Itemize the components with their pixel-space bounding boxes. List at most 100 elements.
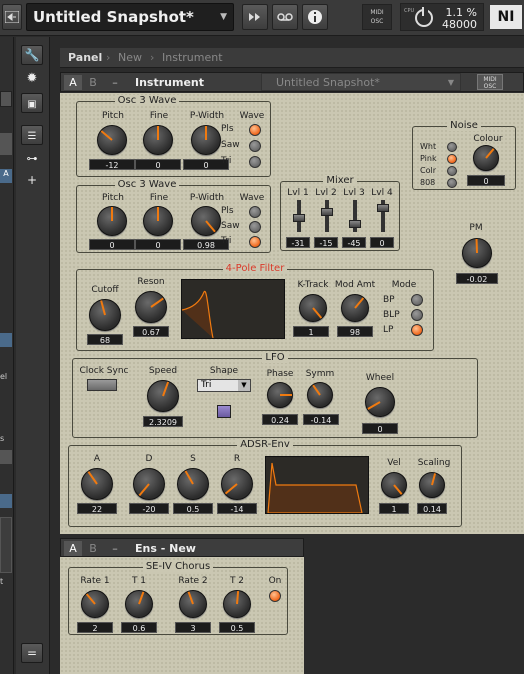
save-button[interactable]: ▣: [21, 93, 43, 113]
adsr-vel-value[interactable]: 1: [379, 503, 409, 514]
osc2-pitch-value[interactable]: 0: [89, 239, 135, 250]
adsr-scaling-value[interactable]: 0.14: [417, 503, 447, 514]
osc2-wave-saw-led[interactable]: [249, 221, 261, 233]
adsr-vel-knob[interactable]: [381, 472, 407, 498]
osc1-pitch-value[interactable]: -12: [89, 159, 135, 170]
filter-reson-knob[interactable]: [135, 291, 167, 323]
noise-pink-led[interactable]: [447, 154, 457, 164]
ens-snapshot-b-button[interactable]: B: [84, 541, 102, 556]
strip-button[interactable]: [0, 91, 12, 107]
lfo-wheel-value[interactable]: 0: [362, 423, 398, 434]
ens-collapse-button[interactable]: –: [106, 541, 124, 556]
noise-wht-led[interactable]: [447, 142, 457, 152]
breadcrumb-new[interactable]: New: [118, 51, 142, 64]
mixer-lvl2-fader[interactable]: [321, 200, 333, 232]
lfo-symm-knob[interactable]: [307, 382, 333, 408]
filter-ktrack-value[interactable]: 1: [293, 326, 329, 337]
osc2-wave-pls-led[interactable]: [249, 206, 261, 218]
strip-button-2[interactable]: [0, 133, 12, 155]
chorus-t1-knob[interactable]: [125, 590, 153, 618]
snapshot-b-button[interactable]: B: [84, 75, 102, 90]
filter-cutoff-knob[interactable]: [89, 299, 121, 331]
noise-808-led[interactable]: [447, 178, 457, 188]
lfo-phase-knob[interactable]: [267, 382, 293, 408]
osc1-pitch-knob[interactable]: [97, 125, 127, 155]
record-button[interactable]: [272, 4, 298, 30]
chorus-rate1-knob[interactable]: [81, 590, 109, 618]
pm-value[interactable]: -0.02: [456, 273, 498, 284]
strip-tab-blue[interactable]: [0, 333, 12, 347]
mixer-lvl1-fader[interactable]: [293, 200, 305, 232]
strip-tab-blue-2[interactable]: [0, 494, 12, 508]
panel-view-button[interactable]: ☰: [21, 125, 43, 145]
osc1-fine-knob[interactable]: [143, 125, 173, 155]
adsr-a-value[interactable]: 22: [77, 503, 117, 514]
chorus-t1-value[interactable]: 0.6: [121, 622, 157, 633]
osc1-wave-tri-led[interactable]: [249, 156, 261, 168]
adsr-s-value[interactable]: 0.5: [173, 503, 213, 514]
osc2-fine-knob[interactable]: [143, 206, 173, 236]
osc1-wave-pls-led[interactable]: [249, 124, 261, 136]
adsr-scaling-knob[interactable]: [419, 472, 445, 498]
list-button[interactable]: =: [21, 643, 43, 663]
add-button[interactable]: +: [21, 171, 43, 191]
adsr-r-knob[interactable]: [221, 468, 253, 500]
adsr-d-knob[interactable]: [133, 468, 165, 500]
ens-snapshot-a-button[interactable]: A: [64, 541, 82, 556]
debug-button[interactable]: ✹: [21, 69, 43, 89]
osc2-wave-tri-led[interactable]: [249, 236, 261, 248]
info-button[interactable]: [302, 4, 328, 30]
breadcrumb-instrument[interactable]: Instrument: [162, 51, 223, 64]
lfo-wheel-knob[interactable]: [365, 387, 395, 417]
chorus-rate1-value[interactable]: 2: [77, 622, 113, 633]
lfo-speed-value[interactable]: 2.3209: [143, 416, 183, 427]
adsr-r-value[interactable]: -14: [217, 503, 257, 514]
mixer-lvl3-fader[interactable]: [349, 200, 361, 232]
adsr-d-value[interactable]: -20: [129, 503, 169, 514]
chorus-t2-knob[interactable]: [223, 590, 251, 618]
filter-mode-bp-led[interactable]: [411, 294, 423, 306]
snapshot-selector[interactable]: Untitled Snapshot* ▼: [26, 3, 234, 31]
osc1-pwidth-knob[interactable]: [191, 125, 221, 155]
noise-colour-knob[interactable]: [473, 145, 499, 171]
noise-colr-led[interactable]: [447, 166, 457, 176]
structure-view-button[interactable]: ⊶: [21, 149, 43, 169]
lfo-retrigger-button[interactable]: [217, 405, 231, 418]
adsr-s-knob[interactable]: [177, 468, 209, 500]
filter-mode-blp-led[interactable]: [411, 309, 423, 321]
pm-knob[interactable]: [462, 238, 492, 268]
chorus-t2-value[interactable]: 0.5: [219, 622, 255, 633]
power-icon[interactable]: [415, 7, 433, 27]
osc1-wave-saw-led[interactable]: [249, 140, 261, 152]
lfo-phase-value[interactable]: 0.24: [262, 414, 298, 425]
osc1-fine-value[interactable]: 0: [135, 159, 181, 170]
filter-cutoff-value[interactable]: 68: [87, 334, 123, 345]
strip-tab-a[interactable]: A: [0, 169, 12, 183]
breadcrumb-panel[interactable]: Panel: [68, 51, 102, 64]
lfo-symm-value[interactable]: -0.14: [303, 414, 339, 425]
instrument-snapshot-selector[interactable]: Untitled Snapshot* ▼: [261, 73, 461, 91]
filter-mode-lp-led[interactable]: [411, 324, 423, 336]
mixer-lvl3-value[interactable]: -45: [342, 237, 366, 248]
snapshot-a-button[interactable]: A: [64, 75, 82, 90]
filter-modamt-value[interactable]: 98: [337, 326, 373, 337]
browser-toggle-button[interactable]: [2, 4, 22, 30]
chorus-rate2-knob[interactable]: [179, 590, 207, 618]
mixer-lvl4-value[interactable]: 0: [370, 237, 394, 248]
step-forward-button[interactable]: [242, 4, 268, 30]
filter-reson-value[interactable]: 0.67: [133, 326, 169, 337]
osc2-pitch-knob[interactable]: [97, 206, 127, 236]
filter-ktrack-knob[interactable]: [299, 294, 327, 322]
strip-button-3[interactable]: [0, 450, 12, 464]
lfo-shape-select[interactable]: Tri ▼: [197, 379, 251, 392]
lfo-clocksync-button[interactable]: [87, 379, 117, 391]
mixer-lvl4-fader[interactable]: [377, 200, 389, 232]
lfo-speed-knob[interactable]: [147, 380, 179, 412]
adsr-a-knob[interactable]: [81, 468, 113, 500]
collapse-button[interactable]: –: [106, 75, 124, 90]
noise-colour-value[interactable]: 0: [467, 175, 505, 186]
chorus-rate2-value[interactable]: 3: [175, 622, 211, 633]
chorus-on-led[interactable]: [269, 590, 281, 602]
filter-modamt-knob[interactable]: [341, 294, 369, 322]
osc2-pwidth-knob[interactable]: [191, 206, 221, 236]
